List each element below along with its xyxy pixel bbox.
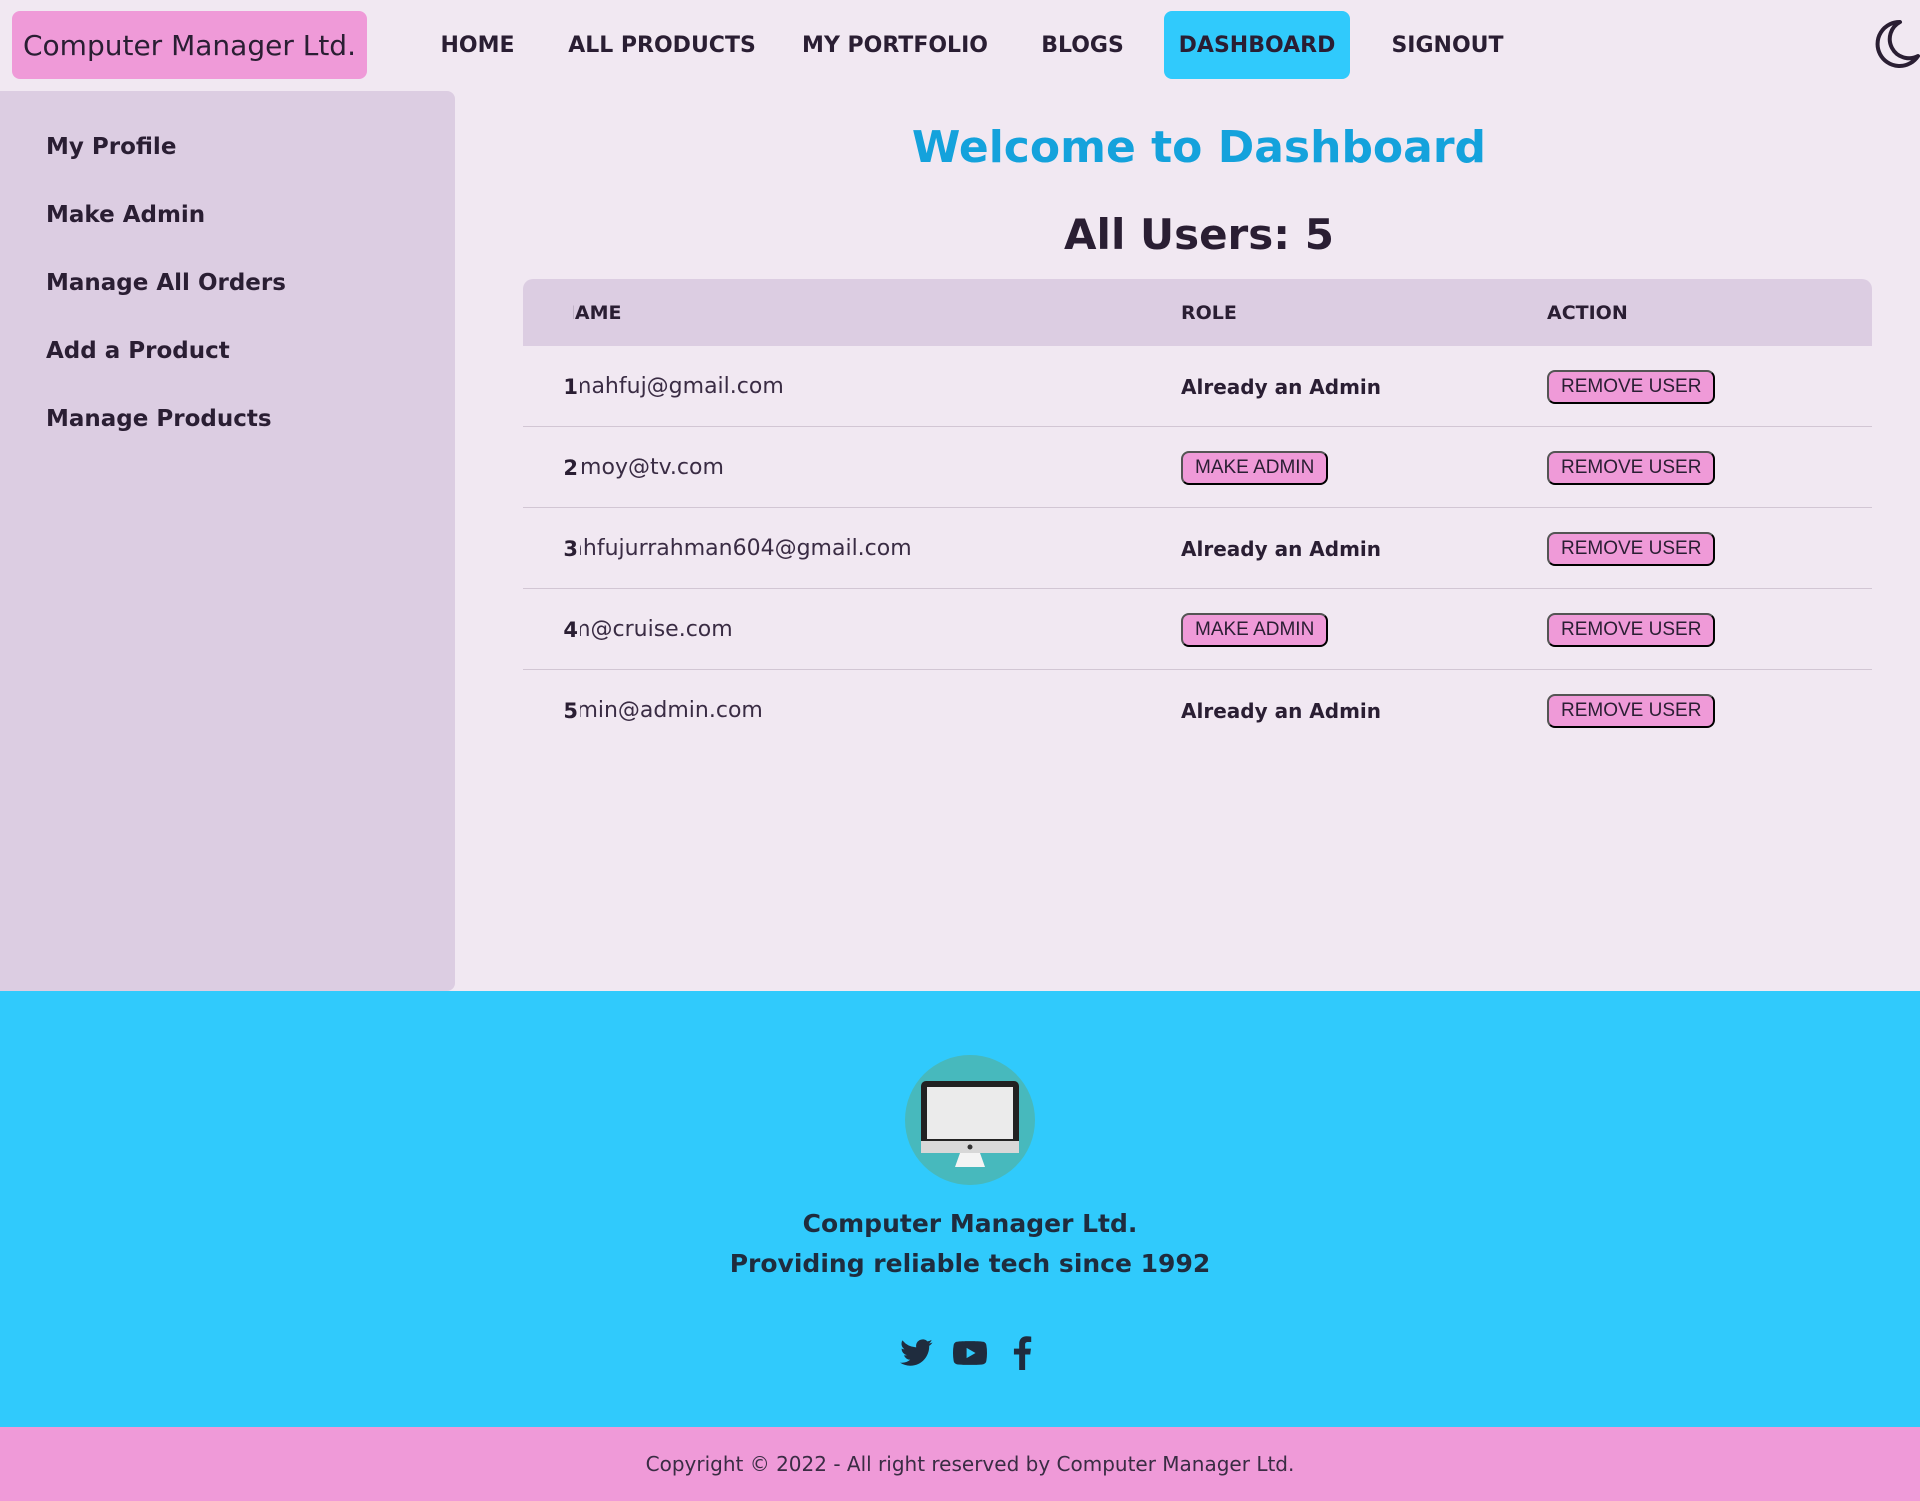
remove-user-button[interactable]: REMOVE USER (1547, 532, 1716, 566)
column-header-name: NAME (573, 301, 622, 324)
role-status: Already an Admin (1181, 536, 1381, 561)
users-heading-label: All Users: (1064, 210, 1291, 259)
role-status: Already an Admin (1181, 698, 1381, 723)
sidebar-item-make-admin[interactable]: Make Admin (46, 202, 205, 228)
nav-dashboard[interactable]: DASHBOARD (1164, 11, 1350, 79)
role-status: Already an Admin (1181, 374, 1381, 399)
row-email: tanmoy@tv.com (580, 455, 724, 480)
row-email: mahfuzurrahmanmahfuj@gmail.com (580, 374, 784, 399)
table-row: 2 tanmoy@tv.com MAKE ADMIN REMOVE USER (523, 427, 1872, 508)
youtube-icon[interactable] (951, 1336, 989, 1370)
row-index: 5 (563, 698, 578, 723)
users-count: 5 (1304, 210, 1334, 259)
table-header: NAME ROLE ACTION (523, 279, 1872, 346)
remove-user-button[interactable]: REMOVE USER (1547, 370, 1716, 404)
copyright: Copyright © 2022 - All right reserved by… (0, 1427, 1920, 1501)
nav-all-products[interactable]: ALL PRODUCTS (562, 11, 762, 79)
brand-logo-button[interactable]: Computer Manager Ltd. (12, 11, 367, 79)
sidebar-item-my-profile[interactable]: My Profile (46, 134, 176, 160)
computer-icon (905, 1055, 1035, 1185)
remove-user-button[interactable]: REMOVE USER (1547, 613, 1716, 647)
column-header-role: ROLE (1181, 301, 1237, 324)
row-email: tom@cruise.com (580, 617, 733, 642)
sidebar-item-manage-products[interactable]: Manage Products (46, 406, 272, 432)
row-index: 2 (563, 455, 578, 480)
footer: Computer Manager Ltd. Providing reliable… (0, 991, 1920, 1427)
page-title: Welcome to Dashboard (911, 122, 1487, 173)
make-admin-button[interactable]: MAKE ADMIN (1181, 613, 1329, 647)
table-row: 3 mahfujurrahman604@gmail.com Already an… (523, 508, 1872, 589)
sidebar-item-add-a-product[interactable]: Add a Product (46, 338, 230, 364)
make-admin-button[interactable]: MAKE ADMIN (1181, 451, 1329, 485)
users-heading: All Users: 5 (524, 210, 1874, 259)
nav-my-portfolio[interactable]: MY PORTFOLIO (795, 11, 995, 79)
twitter-icon[interactable] (898, 1336, 936, 1370)
facebook-icon[interactable] (1004, 1336, 1042, 1370)
row-index: 1 (563, 374, 578, 399)
row-email: mahfujurrahman604@gmail.com (580, 536, 912, 561)
sidebar-item-manage-all-orders[interactable]: Manage All Orders (46, 270, 286, 296)
moon-icon[interactable] (1870, 18, 1920, 70)
users-table[interactable]: NAME ROLE ACTION 1 mahfuzurrahmanmahfuj@… (523, 279, 1872, 739)
row-index: 3 (563, 536, 578, 561)
nav-blogs[interactable]: BLOGS (1030, 11, 1135, 79)
remove-user-button[interactable]: REMOVE USER (1547, 451, 1716, 485)
footer-tagline: Providing reliable tech since 1992 (729, 1249, 1211, 1278)
copyright-text: Copyright © 2022 - All right reserved by… (645, 1452, 1295, 1476)
column-header-action: ACTION (1547, 301, 1628, 324)
nav-signout[interactable]: SIGNOUT (1380, 11, 1515, 79)
table-row: 4 tom@cruise.com MAKE ADMIN REMOVE USER (523, 589, 1872, 670)
sidebar: My Profile Make Admin Manage All Orders … (0, 91, 455, 991)
footer-company-name: Computer Manager Ltd. (802, 1209, 1138, 1238)
nav-home[interactable]: HOME (420, 11, 535, 79)
row-email: admin@admin.com (580, 698, 763, 723)
table-row: 1 mahfuzurrahmanmahfuj@gmail.com Already… (523, 346, 1872, 427)
remove-user-button[interactable]: REMOVE USER (1547, 694, 1716, 728)
brand-name: Computer Manager Ltd. (23, 28, 356, 62)
row-index: 4 (563, 617, 578, 642)
table-row: 5 admin@admin.com Already an Admin REMOV… (523, 670, 1872, 751)
